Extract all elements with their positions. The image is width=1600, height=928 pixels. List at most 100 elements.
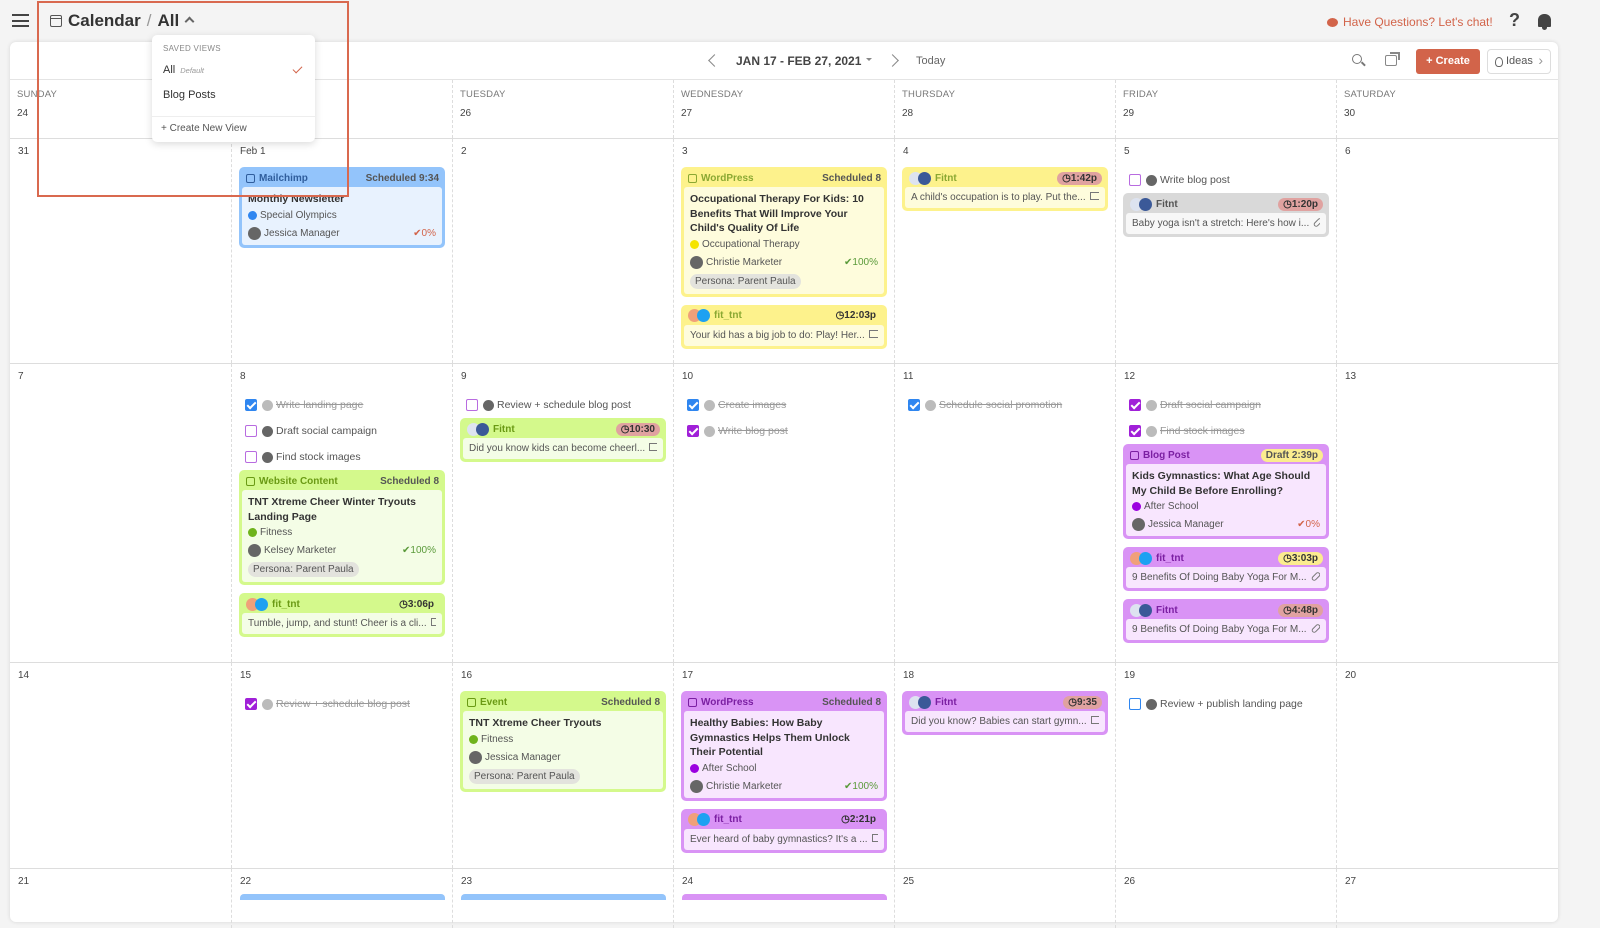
day-cell[interactable]: 8 Write landing page Draft social campaign…: [231, 364, 452, 662]
card-type: WordPress: [701, 172, 754, 184]
task-checkbox[interactable]: [1129, 698, 1141, 710]
task-item[interactable]: Create images: [681, 392, 887, 418]
content-card[interactable]: [682, 894, 887, 900]
content-card[interactable]: [461, 894, 666, 900]
next-icon[interactable]: [886, 54, 899, 67]
task-item[interactable]: Draft social campaign: [1123, 392, 1329, 418]
assignee: Jessica Manager: [264, 227, 340, 239]
task-item[interactable]: Write blog post: [681, 418, 887, 444]
content-card[interactable]: Website Content Scheduled 8 TNT Xtreme Che…: [239, 470, 445, 585]
share-icon[interactable]: [1385, 52, 1400, 66]
day-cell[interactable]: 21: [10, 869, 231, 928]
day-cell[interactable]: 24: [673, 869, 894, 928]
social-post-card[interactable]: Fitnt ◷1:20p Baby yoga isn't a stretch: He…: [1123, 193, 1329, 237]
task-checkbox[interactable]: [908, 399, 920, 411]
day-cell[interactable]: 7: [10, 364, 231, 662]
content-card[interactable]: Event Scheduled 8 TNT Xtreme Cheer Tryouts…: [460, 691, 666, 792]
chat-icon: [1327, 18, 1338, 27]
day-cell[interactable]: 18 Fitnt ◷9:35 Did you know? Babies can sta…: [894, 663, 1115, 868]
day-cell[interactable]: 3 WordPress Scheduled 8 Occupational Therap…: [673, 139, 894, 363]
social-post-card[interactable]: fit_tnt ◷3:06p Tumble, jump, and stunt! Ch…: [239, 593, 445, 637]
persona-tag: Persona: Parent Paula: [690, 273, 801, 289]
day-cell[interactable]: 26: [1115, 869, 1336, 928]
date-range-picker[interactable]: JAN 17 - FEB 27, 2021: [736, 54, 873, 68]
search-icon[interactable]: [1352, 54, 1362, 64]
prev-icon[interactable]: [708, 54, 721, 67]
task-item[interactable]: Review + schedule blog post: [460, 392, 666, 418]
day-cell[interactable]: 27: [1336, 869, 1557, 928]
ideas-button[interactable]: Ideas: [1487, 49, 1551, 74]
day-cell[interactable]: 20: [1336, 663, 1557, 868]
social-post-card[interactable]: Fitnt ◷4:48p 9 Benefits Of Doing Baby Yoga…: [1123, 599, 1329, 643]
task-checkbox[interactable]: [245, 451, 257, 463]
content-card[interactable]: WordPress Scheduled 8 Occupational Therapy…: [681, 167, 887, 297]
assignee: Kelsey Marketer: [264, 545, 337, 556]
task-item[interactable]: Find stock images: [239, 444, 445, 470]
content-card[interactable]: Blog Post Draft 2:39p Kids Gymnastics: Wha…: [1123, 444, 1329, 539]
link-icon: [1312, 218, 1320, 228]
social-post-card[interactable]: fit_tnt ◷2:21p Ever heard of baby gymnasti…: [681, 808, 887, 853]
day-cell[interactable]: 4 Fitnt ◷1:42p A child's occupation is to p…: [894, 139, 1115, 363]
task-item[interactable]: Review + publish landing page: [1123, 691, 1329, 717]
task-text: Schedule social promotion: [939, 399, 1063, 411]
task-text: Write landing page: [276, 399, 364, 411]
day-cell[interactable]: 16 Event Scheduled 8 TNT Xtreme Cheer Tryou…: [452, 663, 673, 868]
day-cell[interactable]: 25: [894, 869, 1115, 928]
tag-dot: [248, 528, 257, 537]
day-cell[interactable]: 9 Review + schedule blog post Fitnt ◷10:30 D…: [452, 364, 673, 662]
day-cell[interactable]: 23: [452, 869, 673, 928]
image-icon: [430, 618, 436, 626]
social-post-card[interactable]: Fitnt ◷1:42p A child's occupation is to pl…: [902, 167, 1108, 211]
task-item[interactable]: Draft social campaign: [239, 418, 445, 444]
task-checkbox[interactable]: [245, 698, 257, 710]
task-checkbox[interactable]: [687, 399, 699, 411]
content-card[interactable]: WordPress Scheduled 8 Healthy Babies: How …: [681, 691, 887, 801]
bell-icon[interactable]: [1538, 14, 1551, 30]
create-button[interactable]: + Create: [1416, 49, 1480, 74]
day-cell[interactable]: 2: [452, 139, 673, 363]
day-cell[interactable]: 6: [1336, 139, 1557, 363]
task-item[interactable]: Schedule social promotion: [902, 392, 1108, 418]
today-button[interactable]: Today: [916, 55, 945, 67]
task-checkbox[interactable]: [1129, 399, 1141, 411]
task-item[interactable]: Write blog post: [1123, 167, 1329, 193]
persona-tag: Persona: Parent Paula: [248, 562, 359, 577]
assignee: Jessica Manager: [1148, 519, 1224, 530]
task-checkbox[interactable]: [466, 399, 478, 411]
day-cell[interactable]: 10 Create images Write blog post: [673, 364, 894, 662]
avatar: [262, 425, 273, 437]
task-item[interactable]: Review + schedule blog post: [239, 691, 445, 717]
day-cell[interactable]: 14: [10, 663, 231, 868]
menu-icon[interactable]: [12, 14, 29, 27]
task-checkbox[interactable]: [245, 425, 257, 437]
social-post-card[interactable]: fit_tnt ◷3:03p 9 Benefits Of Doing Baby Yo…: [1123, 547, 1329, 591]
day-cell[interactable]: 12 Draft social campaign Find stock images…: [1115, 364, 1336, 662]
day-cell[interactable]: 11 Schedule social promotion: [894, 364, 1115, 662]
social-post-card[interactable]: Fitnt ◷9:35 Did you know? Babies can start…: [902, 691, 1108, 735]
day-cell[interactable]: 19 Review + publish landing page: [1115, 663, 1336, 868]
day-cell[interactable]: 17 WordPress Scheduled 8 Healthy Babies: Ho…: [673, 663, 894, 868]
day-number: 3: [682, 146, 688, 157]
day-number: 6: [1345, 146, 1351, 157]
content-card[interactable]: [240, 894, 445, 900]
task-checkbox[interactable]: [1129, 425, 1141, 437]
day-number: 11: [903, 371, 914, 382]
chat-link[interactable]: Have Questions? Let's chat!: [1327, 15, 1493, 29]
task-checkbox[interactable]: [1129, 174, 1141, 186]
help-icon[interactable]: ?: [1509, 10, 1520, 31]
task-checkbox[interactable]: [245, 399, 257, 411]
task-checkbox[interactable]: [687, 425, 699, 437]
day-date: 30: [1344, 108, 1356, 119]
social-post-card[interactable]: fit_tnt ◷12:03p Your kid has a big job to …: [681, 304, 887, 349]
social-post-card[interactable]: Fitnt ◷10:30 Did you know kids can become …: [460, 418, 666, 462]
day-cell[interactable]: 5 Write blog post Fitnt ◷1:20p Baby yoga isn…: [1115, 139, 1336, 363]
day-number: 15: [240, 670, 252, 681]
tag-label: After School: [1144, 501, 1199, 512]
day-cell[interactable]: 22: [231, 869, 452, 928]
task-item[interactable]: Write landing page: [239, 392, 445, 418]
day-cell[interactable]: 15 Review + schedule blog post: [231, 663, 452, 868]
persona-tag: Persona: Parent Paula: [469, 768, 580, 784]
task-item[interactable]: Find stock images: [1123, 418, 1329, 444]
link-icon: [1310, 624, 1320, 634]
day-cell[interactable]: 13: [1336, 364, 1557, 662]
